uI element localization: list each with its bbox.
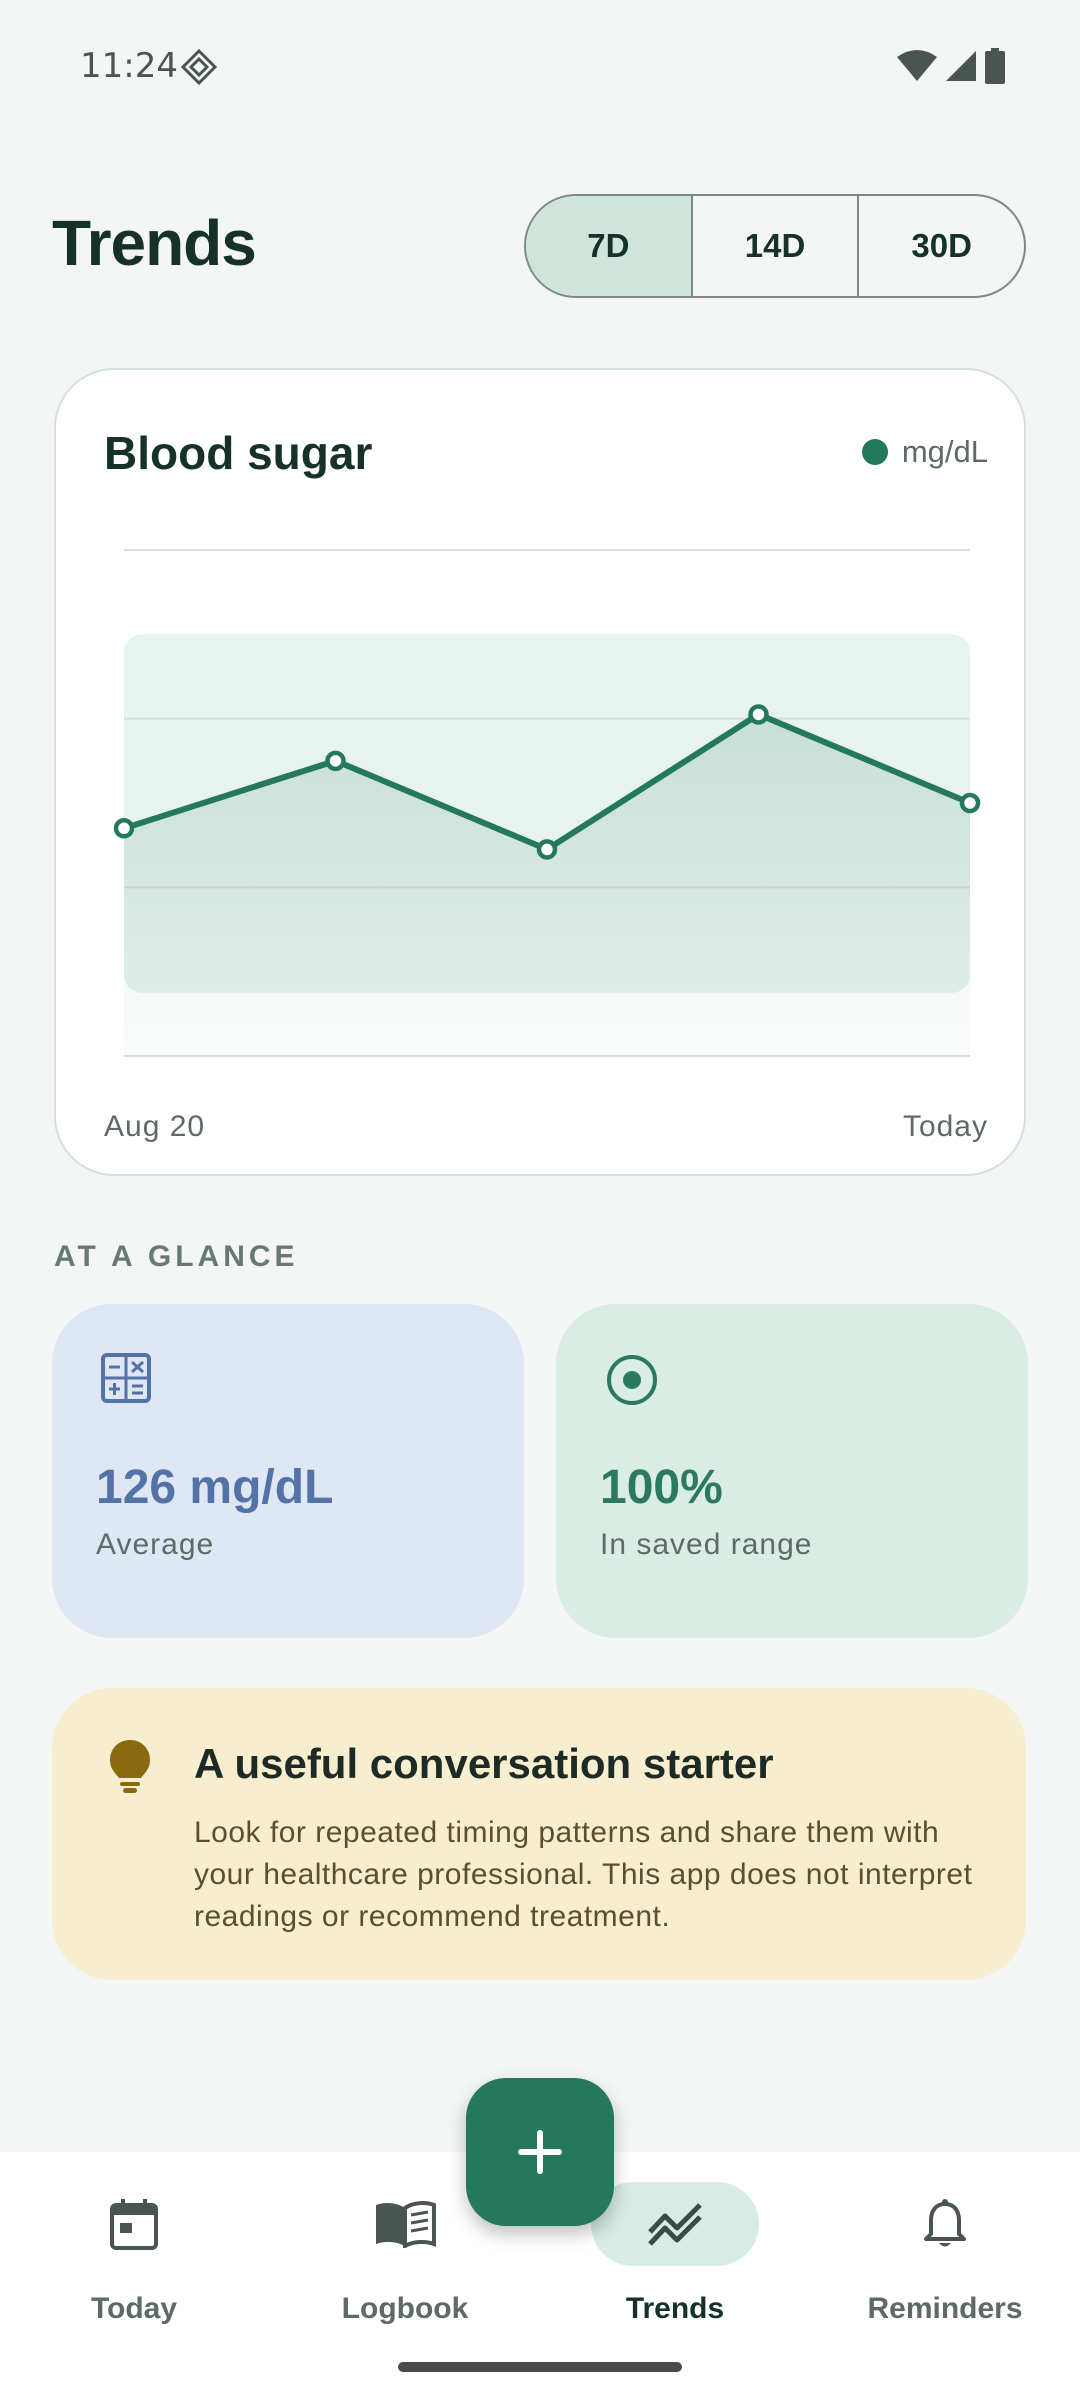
bell-icon — [924, 2199, 966, 2247]
tip-card: A useful conversation starter Look for r… — [52, 1688, 1026, 1980]
book-icon — [376, 2201, 436, 2248]
chart-point-0 — [113, 818, 135, 839]
nav-icon-container — [321, 2182, 489, 2266]
target-icon — [607, 1355, 657, 1405]
x-axis-end-label: Today — [902, 1110, 988, 1143]
average-card: 126 mg/dL Average — [52, 1304, 524, 1638]
status-icons — [896, 48, 1006, 84]
nav-today[interactable]: Today — [34, 2182, 234, 2352]
status-time: 11:24 — [80, 46, 178, 86]
blood-sugar-card: Blood sugar mg/dL Aug 20 Today — [54, 368, 1026, 1176]
nav-label-logbook: Logbook — [341, 2292, 469, 2325]
status-bar: 11:24 — [0, 0, 1080, 130]
nav-label-reminders: Reminders — [867, 2292, 1023, 2325]
average-value: 126 mg/dL — [96, 1461, 334, 1514]
nav-icon-container — [591, 2182, 759, 2266]
average-label: Average — [96, 1528, 215, 1561]
page-title: Trends — [52, 207, 257, 279]
nav-icon-container — [50, 2182, 218, 2266]
in-range-card: 100% In saved range — [556, 1304, 1028, 1638]
chart-point-3 — [748, 704, 769, 725]
battery-icon — [985, 48, 1005, 84]
signal-icon — [946, 51, 976, 81]
section-label: AT A GLANCE — [54, 1240, 299, 1273]
nav-label-trends: Trends — [625, 2292, 725, 2325]
trend-icon — [648, 2203, 702, 2246]
notification-icon — [180, 48, 218, 86]
in-range-value: 100% — [600, 1461, 723, 1514]
blood-sugar-chart — [113, 549, 981, 1057]
range-30d-button[interactable]: 30D — [859, 196, 1024, 296]
calculator-icon — [101, 1353, 151, 1403]
chart-point-1 — [325, 750, 346, 772]
add-reading-button[interactable] — [466, 2078, 614, 2226]
calendar-icon — [110, 2199, 158, 2250]
range-14d-button[interactable]: 14D — [693, 196, 860, 296]
chart-point-4 — [959, 792, 981, 814]
range-7d-button[interactable]: 7D — [526, 196, 693, 296]
range-selector: 7D 14D 30D — [524, 194, 1026, 298]
nav-label-today: Today — [90, 2292, 178, 2325]
wifi-icon — [897, 50, 937, 81]
tip-body: Look for repeated timing patterns and sh… — [194, 1816, 973, 1933]
x-axis-start-label: Aug 20 — [104, 1110, 206, 1143]
lightbulb-icon — [110, 1740, 150, 1793]
chart-point-2 — [536, 839, 558, 860]
nav-icon-container — [861, 2182, 1029, 2266]
tip-title: A useful conversation starter — [194, 1740, 774, 1787]
plus-icon — [518, 2130, 562, 2174]
nav-reminders[interactable]: Reminders — [845, 2182, 1045, 2352]
home-indicator[interactable] — [398, 2362, 682, 2372]
in-range-label: In saved range — [600, 1528, 813, 1561]
